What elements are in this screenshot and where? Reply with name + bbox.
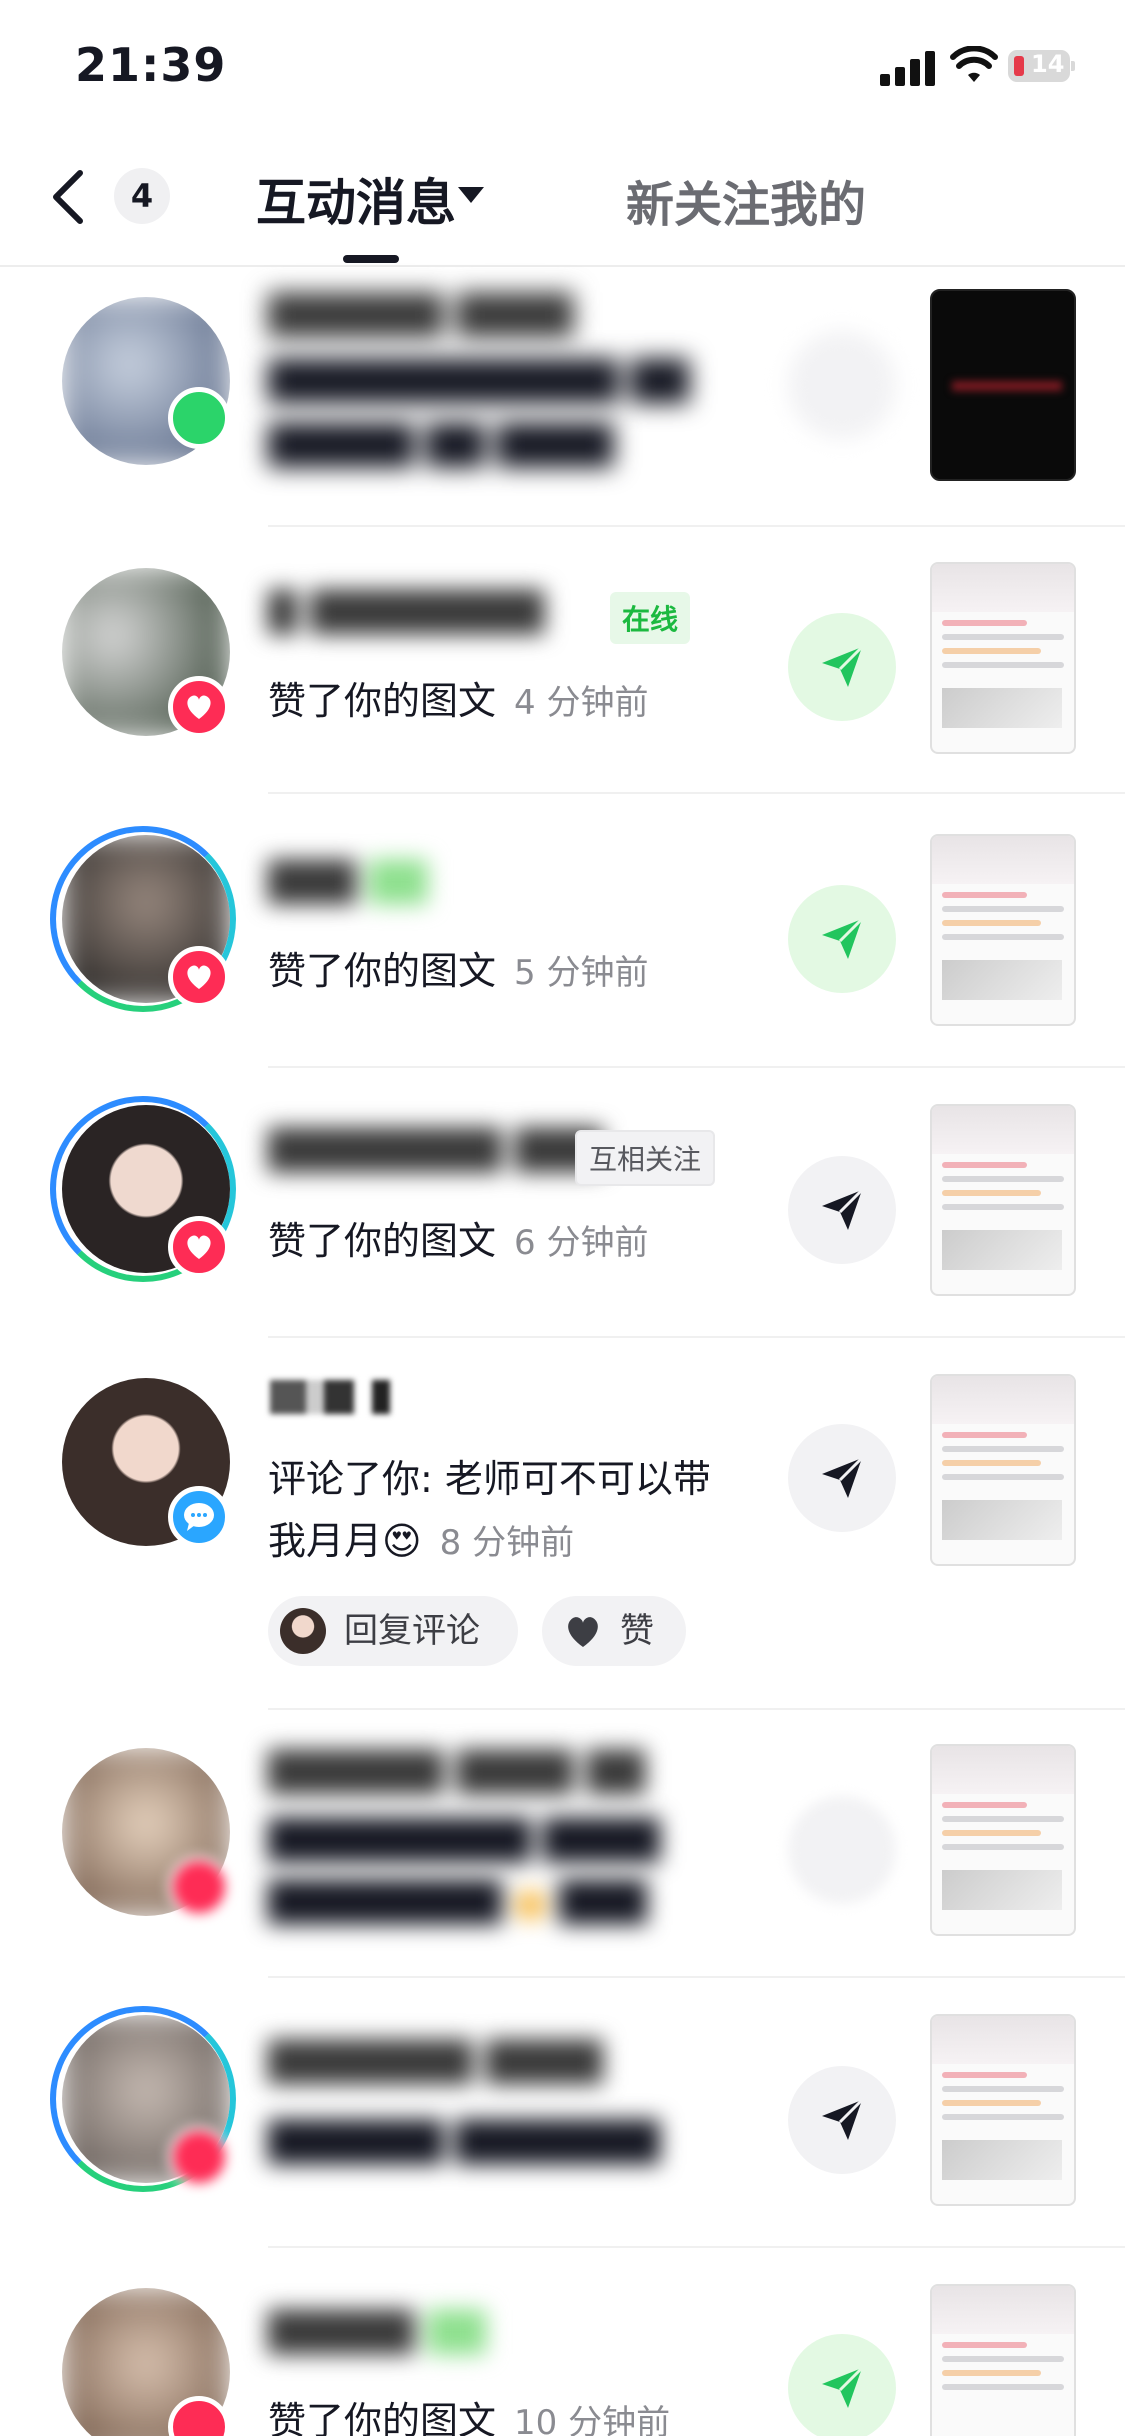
post-thumbnail[interactable] — [930, 2284, 1076, 2436]
timestamp: 10 分钟前 — [514, 2403, 671, 2436]
post-thumbnail[interactable] — [930, 289, 1076, 481]
action-label: 赞了你的图文 — [268, 679, 497, 723]
share-button[interactable] — [788, 1796, 896, 1904]
user-name-blurred — [270, 1380, 390, 1414]
like-comment-button[interactable]: 赞 — [542, 1596, 686, 1666]
action-label: 赞了你的图文 — [268, 1219, 497, 1263]
cellular-signal-icon — [880, 50, 936, 86]
list-item[interactable]: ████████ ███ 互相关注 赞了你的图文 6 分钟前 — [0, 1070, 1125, 1340]
share-button[interactable] — [788, 1156, 896, 1264]
user-name-blurred: ██████ ████ — [268, 293, 574, 337]
battery-level: 14 — [1031, 50, 1065, 78]
timestamp: 5 分钟前 — [514, 953, 649, 993]
user-name-blurred: █████ ██ — [268, 2310, 486, 2354]
message-blurred: █████████ ████ — [268, 1818, 660, 1862]
comment-text: 我月月 — [268, 1519, 383, 1563]
heart-icon — [568, 1617, 598, 1647]
list-item[interactable]: █ ████████ 在线 赞了你的图文 4 分钟前 — [0, 530, 1125, 800]
like-heart-icon — [168, 1856, 230, 1918]
post-thumbnail[interactable] — [930, 1374, 1076, 1566]
reply-label: 回复评论 — [344, 1611, 480, 1651]
share-button[interactable] — [788, 885, 896, 993]
status-time: 21:39 — [75, 38, 227, 92]
list-item[interactable]: ██████ ████ ██ █████████ ████ ████████ ●… — [0, 1710, 1125, 1980]
list-item[interactable]: ██████ ████ ████████████ ██ █████ ██ ███… — [0, 275, 1125, 527]
paper-plane-icon — [822, 1188, 864, 1230]
active-tab-indicator — [343, 255, 399, 263]
message-blurred: ██████ ███████ — [268, 2120, 660, 2164]
battery-icon: 14 — [1008, 50, 1075, 82]
user-name-blurred: █ ████████ — [268, 590, 545, 634]
post-thumbnail[interactable] — [930, 1744, 1076, 1936]
timestamp: 4 分钟前 — [514, 683, 649, 723]
heart-eyes-emoji-icon: 😍 — [382, 1519, 422, 1563]
post-thumbnail[interactable] — [930, 1104, 1076, 1296]
unread-count-badge: 4 — [114, 168, 170, 224]
like-heart-icon — [168, 946, 230, 1008]
mini-avatar — [280, 1608, 326, 1654]
user-name-blurred: ███████ ████ — [268, 2040, 603, 2084]
timestamp: 6 分钟前 — [514, 1223, 649, 1263]
wifi-icon — [950, 46, 998, 82]
follow-badge-icon — [168, 387, 230, 449]
comment-text-line2: 我月月😍 8 分钟前 — [268, 1510, 574, 1565]
message-blurred: ████████ ● ███ — [268, 1880, 647, 1924]
user-name-blurred: ██████ ████ ██ — [268, 1750, 646, 1794]
paper-plane-icon — [822, 2366, 864, 2408]
tab-new-followers[interactable]: 新关注我的 — [626, 165, 866, 235]
action-text: 赞了你的图文 6 分钟前 — [268, 1210, 648, 1265]
paper-plane-icon — [822, 1456, 864, 1498]
online-tag: 在线 — [610, 592, 691, 644]
list-item[interactable]: ███████ ████ ██████ ███████ — [0, 1980, 1125, 2250]
header: 4 互动消息 新关注我的 — [0, 135, 1125, 267]
comment-text-line1: 评论了你: 老师可不可以带 — [268, 1457, 711, 1501]
like-heart-icon — [168, 1216, 230, 1278]
post-thumbnail[interactable] — [930, 834, 1076, 1026]
post-thumbnail[interactable] — [930, 2014, 1076, 2206]
list-item[interactable]: █████ ██ 赞了你的图文 10 分钟前 — [0, 2250, 1125, 2436]
list-item[interactable]: 评论了你: 老师可不可以带 我月月😍 8 分钟前 回复评论 赞 — [0, 1340, 1125, 1710]
like-heart-icon — [168, 676, 230, 738]
like-label: 赞 — [620, 1611, 654, 1651]
action-text: 赞了你的图文 5 分钟前 — [268, 940, 648, 995]
action-label: 赞了你的图文 — [268, 2399, 497, 2436]
user-name-blurred: ████████ ███ — [268, 1128, 603, 1172]
status-bar: 21:39 14 — [0, 0, 1125, 135]
timestamp: 8 分钟前 — [439, 1523, 575, 1563]
caret-down-icon[interactable] — [458, 187, 484, 203]
back-chevron-icon[interactable] — [48, 167, 88, 227]
share-button[interactable] — [788, 613, 896, 721]
action-label: 赞了你的图文 — [268, 949, 497, 993]
share-button[interactable] — [788, 1424, 896, 1532]
paper-plane-icon — [822, 645, 864, 687]
post-thumbnail[interactable] — [930, 562, 1076, 754]
share-button[interactable] — [788, 331, 896, 439]
paper-plane-icon — [822, 2098, 864, 2140]
user-name-blurred: ███ ██ — [268, 860, 428, 904]
share-button[interactable] — [788, 2066, 896, 2174]
message-blurred: ████████████ ██ — [268, 359, 690, 403]
paper-plane-icon — [822, 917, 864, 959]
like-heart-icon — [168, 2126, 230, 2188]
action-text: 赞了你的图文 10 分钟前 — [268, 2390, 670, 2436]
tab-interactions[interactable]: 互动消息 — [256, 163, 456, 235]
mutual-follow-tag: 互相关注 — [575, 1130, 716, 1186]
message-blurred: █████ ██ ████ — [268, 423, 614, 467]
action-text: 赞了你的图文 4 分钟前 — [268, 670, 648, 725]
list-item[interactable]: ███ ██ 赞了你的图文 5 分钟前 — [0, 800, 1125, 1070]
reply-comment-button[interactable]: 回复评论 — [268, 1596, 518, 1666]
share-button[interactable] — [788, 2334, 896, 2436]
comment-icon — [168, 1486, 230, 1548]
